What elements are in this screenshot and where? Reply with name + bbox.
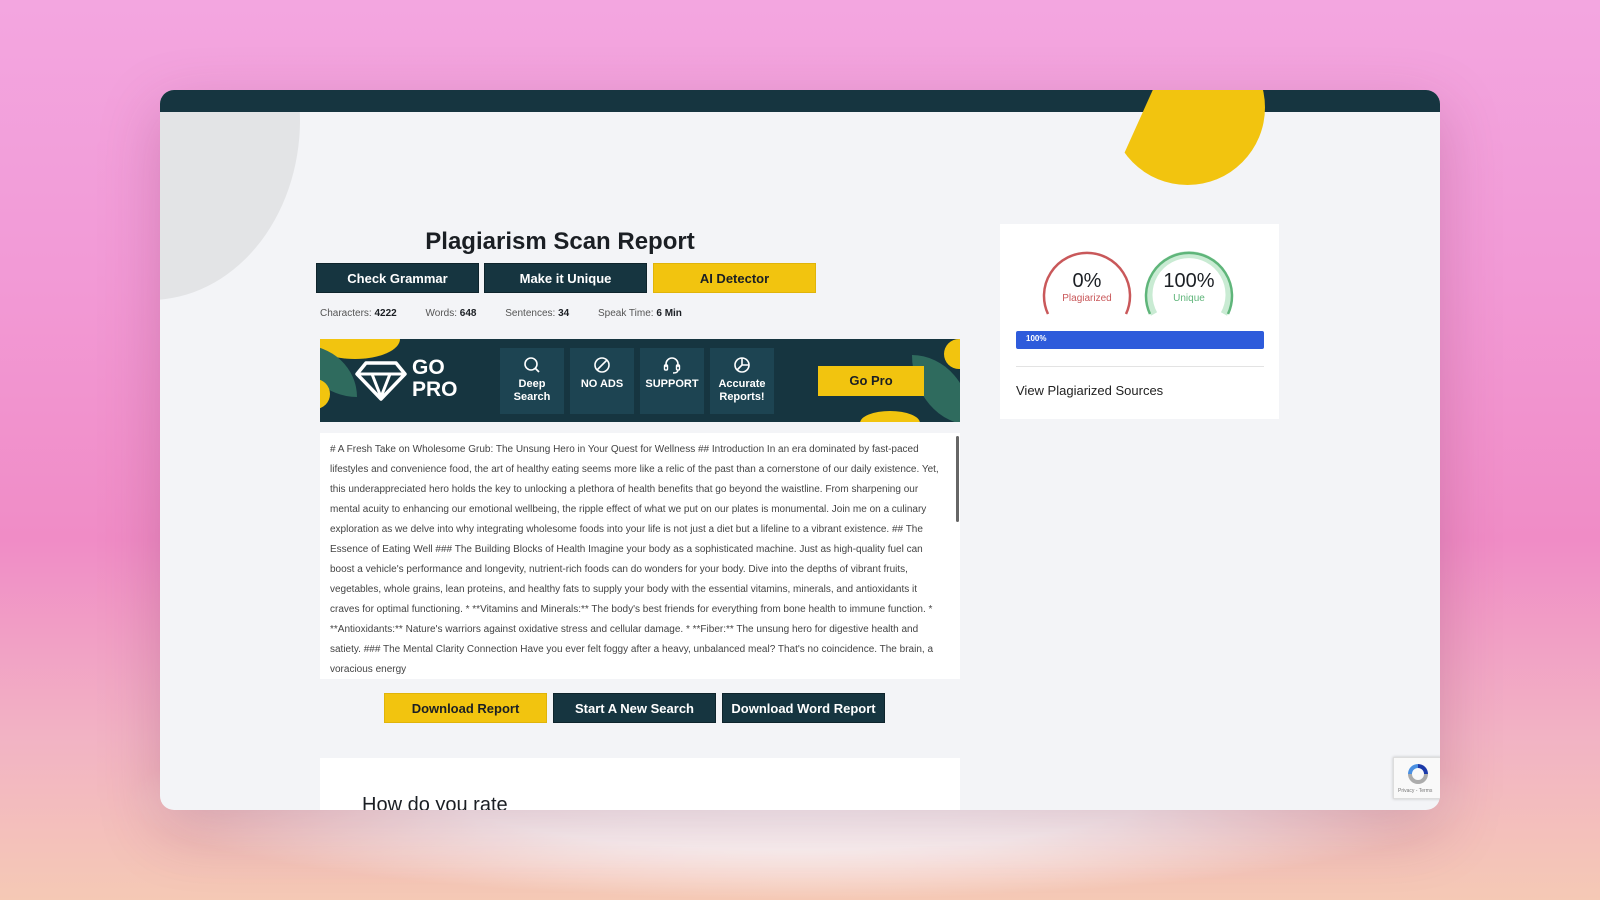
headset-icon [663,357,681,374]
results-card: 0% Plagiarized 100% Unique 100% View Pla… [1000,224,1279,419]
recaptcha-icon [1408,764,1428,784]
unique-value: 100% [1163,270,1215,292]
search-icon [524,357,540,373]
unique-gauge: 100% Unique [1142,244,1236,316]
feature-accurate-reports: Accurate Reports! [710,348,774,414]
ai-detector-button[interactable]: AI Detector [653,263,816,293]
decorative-yellow-blob [944,339,960,369]
plagiarized-value: 0% [1072,270,1102,292]
check-grammar-button[interactable]: Check Grammar [316,263,479,293]
text-stats: Characters: 4222 Words: 648 Sentences: 3… [320,308,708,319]
plagiarized-gauge: 0% Plagiarized [1040,244,1134,316]
recaptcha-label: Privacy - Terms [1398,788,1433,794]
download-report-button[interactable]: Download Report [384,693,547,723]
progress-label: 100% [1026,334,1047,343]
browser-window: Plagiarism Scan Report Check Grammar Mak… [160,90,1440,810]
speak-time-stat: Speak Time: 6 Min [597,308,682,319]
start-new-search-button[interactable]: Start A New Search [553,693,716,723]
content-text-area[interactable]: # A Fresh Take on Wholesome Grub: The Un… [320,433,960,679]
decorative-gray-circle [160,90,300,300]
go-pro-button[interactable]: Go Pro [818,366,924,396]
feature-no-ads: NO ADS [570,348,634,414]
page-title: Plagiarism Scan Report [425,228,695,255]
words-stat: Words: 648 [425,308,477,319]
rating-card: How do you rate [320,758,960,810]
uniqueness-progress-bar: 100% [1016,331,1264,349]
pie-chart-icon [734,357,750,373]
text-scrollbar[interactable] [956,436,959,522]
plagiarized-label: Plagiarized [1062,293,1112,304]
feature-support: SUPPORT [640,348,704,414]
unique-label: Unique [1173,293,1205,304]
go-pro-banner: GO PRO Deep Search NO ADS SUPPORT Accura… [320,339,960,422]
divider [1016,366,1264,367]
view-plagiarized-sources-link[interactable]: View Plagiarized Sources [1016,383,1163,398]
no-ads-icon [594,357,610,373]
rating-title: How do you rate [362,794,508,810]
download-word-report-button[interactable]: Download Word Report [722,693,885,723]
decorative-yellow-blob [860,411,920,422]
feature-deep-search: Deep Search [500,348,564,414]
go-pro-headline: GO PRO [412,356,458,401]
progress-fill [1016,331,1264,349]
diamond-icon [355,361,407,401]
recaptcha-badge[interactable]: Privacy - Terms [1393,757,1440,799]
characters-stat: Characters: 4222 [320,308,397,319]
sentences-stat: Sentences: 34 [505,308,570,319]
make-unique-button[interactable]: Make it Unique [484,263,647,293]
